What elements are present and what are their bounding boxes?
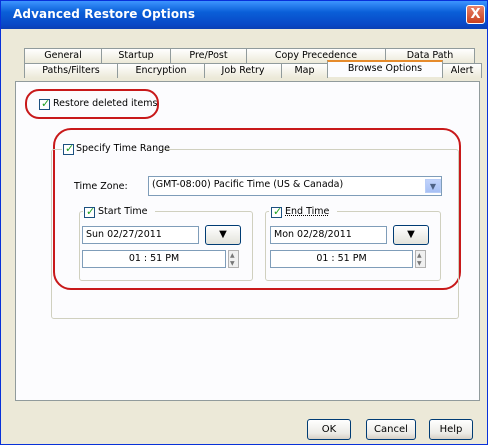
chevron-down-icon: ▼ (407, 229, 415, 240)
end-time-spinner[interactable]: ▲ ▼ (415, 250, 426, 268)
start-time-field[interactable]: 01 : 51 PM (82, 250, 226, 268)
end-date-value: Mon 02/28/2011 (274, 229, 352, 240)
time-zone-select[interactable]: (GMT-08:00) Pacific Time (US & Canada) (148, 176, 442, 196)
close-icon[interactable]: X (466, 5, 485, 24)
title-bar[interactable]: Advanced Restore Options X (1, 1, 487, 29)
tab-paths-filters[interactable]: Paths/Filters (24, 63, 118, 78)
start-date-calendar-button[interactable]: ▼ (205, 225, 241, 245)
end-time-group (265, 211, 441, 281)
start-time-checkbox[interactable]: ✓ (84, 205, 95, 218)
spin-up-icon[interactable]: ▲ (230, 252, 235, 259)
spin-up-icon[interactable]: ▲ (417, 252, 422, 259)
start-date-value: Sun 02/27/2011 (86, 229, 162, 240)
cancel-button[interactable]: Cancel (366, 419, 416, 440)
end-time-checkbox[interactable]: ✓ (271, 205, 282, 218)
time-zone-value: (GMT-08:00) Pacific Time (US & Canada) (152, 179, 344, 190)
restore-deleted-label: Restore deleted items (53, 98, 158, 109)
time-zone-dropdown-icon[interactable]: ▼ (425, 179, 441, 193)
end-time-label: End Time (285, 206, 330, 217)
dialog-title: Advanced Restore Options (13, 7, 196, 21)
start-date-field[interactable]: Sun 02/27/2011 (82, 226, 199, 244)
tab-startup[interactable]: Startup (101, 48, 171, 63)
start-time-label: Start Time (98, 206, 148, 217)
tab-pre-post[interactable]: Pre/Post (170, 48, 247, 63)
advanced-restore-options-dialog: Advanced Restore Options X General Start… (0, 0, 488, 445)
tab-job-retry[interactable]: Job Retry (204, 63, 282, 78)
tab-general[interactable]: General (24, 48, 102, 63)
spin-down-icon[interactable]: ▼ (417, 260, 422, 267)
chevron-down-icon: ▼ (219, 229, 227, 240)
ok-button[interactable]: OK (307, 419, 351, 440)
help-button[interactable]: Help (429, 419, 473, 440)
specify-time-range-checkbox[interactable]: ✓ (63, 142, 74, 155)
time-zone-label: Time Zone: (74, 181, 128, 192)
tab-alert[interactable]: Alert (442, 63, 482, 78)
end-time-value: 01 : 51 PM (316, 253, 367, 264)
spin-down-icon[interactable]: ▼ (230, 260, 235, 267)
tab-map[interactable]: Map (281, 63, 328, 78)
end-date-field[interactable]: Mon 02/28/2011 (270, 226, 387, 244)
start-time-group (79, 211, 253, 281)
end-date-calendar-button[interactable]: ▼ (393, 225, 429, 245)
tab-encryption[interactable]: Encryption (117, 63, 205, 78)
restore-deleted-checkbox[interactable]: ✓ (39, 97, 50, 110)
start-time-value: 01 : 51 PM (128, 253, 180, 264)
tab-browse-options[interactable]: Browse Options (327, 60, 443, 77)
specify-time-range-label: Specify Time Range (76, 143, 170, 154)
end-time-field[interactable]: 01 : 51 PM (270, 250, 413, 268)
start-time-spinner[interactable]: ▲ ▼ (228, 250, 239, 268)
